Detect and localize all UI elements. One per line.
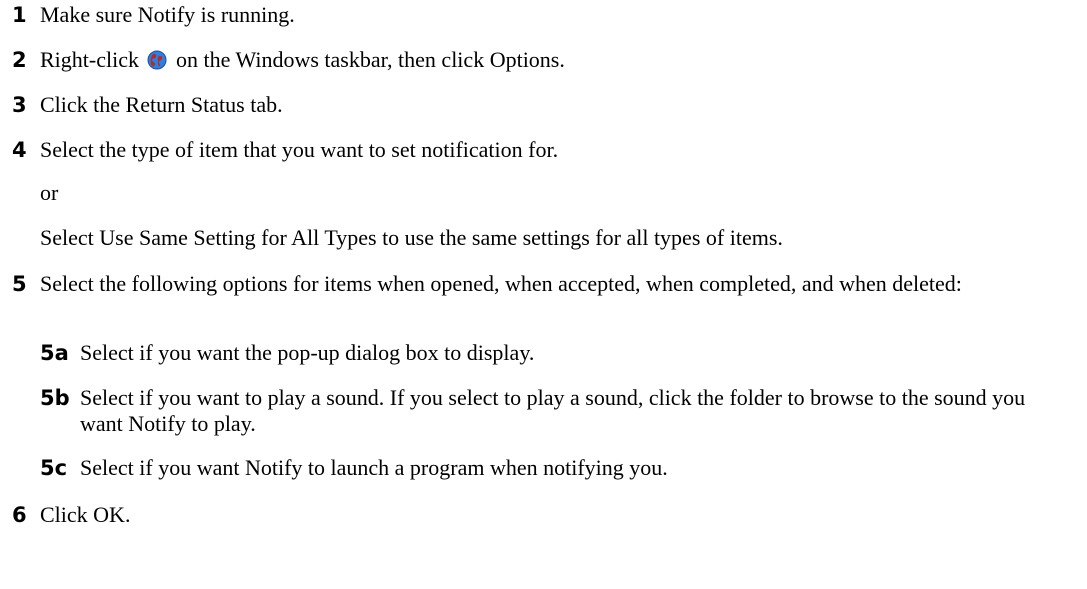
- step-5b: 5b Select if you want to play a sound. I…: [40, 385, 1070, 437]
- step-text-before-icon: Right-click: [40, 47, 139, 72]
- substep-text: Select if you want the pop-up dialog box…: [80, 340, 535, 365]
- substep-text: Select if you want to play a sound. If y…: [80, 385, 1026, 436]
- step-1: 1 Make sure Notify is running.: [12, 2, 295, 28]
- step-text: Make sure Notify is running.: [40, 2, 295, 27]
- substep-number: 5b: [40, 386, 70, 410]
- step-text: Click OK.: [40, 502, 131, 527]
- globe-icon: [147, 50, 167, 70]
- step-text: Select the following options for items w…: [40, 271, 962, 296]
- or-text: or: [40, 180, 59, 205]
- step-number: 5: [12, 272, 27, 296]
- step-text: Click the Return Status tab.: [40, 92, 283, 117]
- step-2: 2 Right-click on the Windows taskbar, th…: [12, 47, 565, 73]
- substep-text: Select if you want Notify to launch a pr…: [80, 455, 668, 480]
- step-6: 6 Click OK.: [12, 502, 130, 528]
- step-5: 5 Select the following options for items…: [12, 271, 1070, 297]
- step-number: 1: [12, 3, 27, 27]
- step-3: 3 Click the Return Status tab.: [12, 92, 283, 118]
- instructions-page: 1 Make sure Notify is running. 2 Right-c…: [0, 0, 1087, 589]
- step-number: 4: [12, 138, 27, 162]
- substep-number: 5a: [40, 341, 69, 365]
- step-number: 3: [12, 93, 27, 117]
- step-number: 2: [12, 48, 27, 72]
- step-4: 4 Select the type of item that you want …: [12, 137, 558, 163]
- step-text: Select the type of item that you want to…: [40, 137, 559, 162]
- step-5a: 5a Select if you want the pop-up dialog …: [40, 340, 1070, 366]
- step-number: 6: [12, 503, 27, 527]
- alternative-text: Select Use Same Setting for All Types to…: [40, 225, 783, 250]
- substep-number: 5c: [40, 456, 68, 480]
- step-text: Right-click on the Windows taskbar, then…: [40, 47, 565, 73]
- step-text-after-icon: on the Windows taskbar, then click Optio…: [175, 47, 565, 72]
- step-5c: 5c Select if you want Notify to launch a…: [40, 455, 1070, 481]
